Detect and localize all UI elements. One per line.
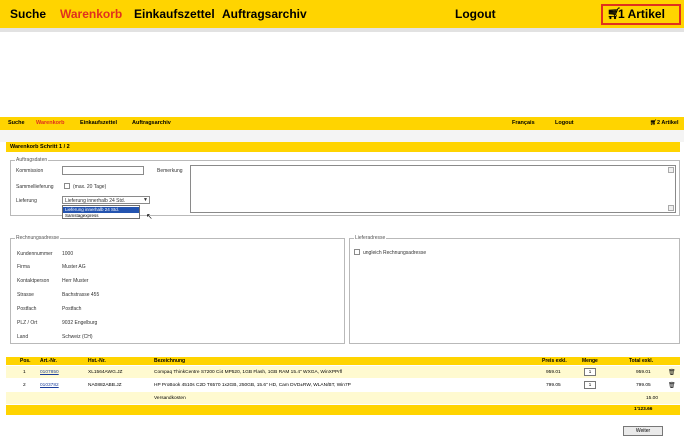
cart-link[interactable]: 1 Artikel xyxy=(618,7,665,21)
trash-icon[interactable]: 🗑︎ xyxy=(668,369,676,376)
col-menge: Menge xyxy=(582,358,598,364)
main-navbar: Suche Warenkorb Einkaufszettel Auftragsa… xyxy=(0,0,684,28)
kommission-label: Kommission xyxy=(16,168,44,174)
nav-warenkorb[interactable]: Warenkorb xyxy=(60,7,122,21)
content-gap xyxy=(0,130,684,142)
delivery-address-checkbox-label: ungleich Rechnungsadresse xyxy=(363,250,427,256)
col-art-nr: Art.-Nr. xyxy=(40,358,57,364)
lieferung-label: Lieferung xyxy=(16,198,37,204)
nav-suche[interactable]: Suche xyxy=(10,7,46,21)
cell-pos: 2 xyxy=(23,383,26,388)
billing-address-legend: Rechnungsadresse xyxy=(15,235,61,241)
billing-value: 9032 Engelburg xyxy=(62,320,98,326)
billing-label: Kundennummer xyxy=(17,251,53,257)
cell-hst: XL1564AWG.JZ xyxy=(88,370,123,375)
col-preis: Preis exkl. xyxy=(542,358,567,364)
billing-address-fieldset: Rechnungsadresse xyxy=(10,235,345,344)
nav-einkaufszettel[interactable]: Einkaufszettel xyxy=(134,7,215,21)
small-nav-warenkorb[interactable]: Warenkorb xyxy=(36,120,65,126)
billing-label: Postfach xyxy=(17,306,37,312)
billing-label: Land xyxy=(17,334,29,340)
table-row: 1 0107850 XL1564AWG.JZ Compaq ThinkCentr… xyxy=(6,366,680,378)
step-title: Warenkorb Schritt 1 / 2 xyxy=(10,144,70,150)
billing-value: Herr Muster xyxy=(62,278,89,284)
dropdown-option-samstag[interactable]: Samstagexpress xyxy=(63,213,139,219)
billing-label: PLZ / Ort xyxy=(17,320,38,326)
col-total: Total exkl. xyxy=(629,358,654,364)
cell-art-link[interactable]: 0107850 xyxy=(40,370,59,375)
small-nav-auftragsarchiv[interactable]: Auftragsarchiv xyxy=(132,120,171,126)
nav-auftragsarchiv[interactable]: Auftragsarchiv xyxy=(222,7,307,21)
lieferung-dropdown: Lieferung innerhalb 24 Std. Samstagexpre… xyxy=(62,205,140,219)
grand-total: 1'123.66 xyxy=(634,407,653,412)
billing-label: Strasse xyxy=(17,292,34,298)
cell-price: 959.01 xyxy=(546,370,561,375)
logout-link[interactable]: Logout xyxy=(455,7,496,21)
bemerkung-textarea[interactable] xyxy=(190,165,676,213)
quantity-input[interactable]: 1 xyxy=(584,381,596,389)
delivery-address-checkbox[interactable] xyxy=(354,249,360,255)
chevron-down-icon[interactable]: ▼ xyxy=(143,197,148,203)
sammellieferung-note: (max. 20 Tage) xyxy=(73,184,107,190)
cell-art-link[interactable]: 0103782 xyxy=(40,383,59,388)
delivery-address-legend: Lieferadresse xyxy=(354,235,387,241)
col-bezeichnung: Bezeichnung xyxy=(154,358,186,364)
billing-label: Firma xyxy=(17,264,30,270)
col-hst-nr: Hst.-Nr. xyxy=(88,358,106,364)
billing-value: Bachstrasse 455 xyxy=(62,292,100,298)
lieferung-select-value: Lieferung innerhalb 24 Std. xyxy=(65,198,126,204)
small-logout-link[interactable]: Logout xyxy=(555,120,574,126)
sammellieferung-label: Sammellieferung xyxy=(16,184,54,190)
next-button[interactable]: Weiter xyxy=(623,426,663,436)
billing-label: Kontaktperson xyxy=(17,278,50,284)
cell-desc: HP ProBook 4510s C2D T6570 1x2GB, 250GB,… xyxy=(154,383,351,388)
billing-value: Postfach xyxy=(62,306,82,312)
kommission-input[interactable] xyxy=(62,166,144,175)
textarea-scroll-up[interactable] xyxy=(668,167,674,173)
cell-total: 15.00 xyxy=(646,396,659,401)
cell-desc: Compaq ThinkCentre S7200 Ci4 MP520, 1GB … xyxy=(154,370,343,375)
trash-icon[interactable]: 🗑︎ xyxy=(668,382,676,389)
order-data-legend: Auftragsdaten xyxy=(15,157,49,163)
mouse-cursor-icon: ↖ xyxy=(146,212,153,221)
billing-value: Muster AG xyxy=(62,264,86,270)
cell-desc: Versandkosten xyxy=(154,396,186,401)
small-nav-einkaufszettel[interactable]: Einkaufszettel xyxy=(80,120,117,126)
cell-total: 959.01 xyxy=(636,370,651,375)
quantity-input[interactable]: 1 xyxy=(584,368,596,376)
billing-value: Schweiz (CH) xyxy=(62,334,93,340)
bemerkung-label: Bemerkung xyxy=(157,168,183,174)
grand-total-bar: 1'123.66 xyxy=(6,405,680,415)
cell-price: 799.05 xyxy=(546,383,561,388)
table-row: 2 0103782 NA0882ABB.JZ HP ProBook 4510s … xyxy=(6,379,680,391)
col-pos: Pos. xyxy=(20,358,31,364)
sammellieferung-checkbox[interactable] xyxy=(64,183,70,189)
small-lang-link[interactable]: Français xyxy=(512,120,535,126)
cell-hst: NA0882ABB.JZ xyxy=(88,383,122,388)
cell-total: 799.05 xyxy=(636,383,651,388)
lieferung-select[interactable]: Lieferung innerhalb 24 Std. ▼ xyxy=(62,196,150,204)
small-cart-link[interactable]: 2 Artikel xyxy=(657,120,679,126)
small-nav-suche[interactable]: Suche xyxy=(8,120,25,126)
navbar-shadow xyxy=(0,28,684,32)
small-cart-icon[interactable]: 🛒︎ xyxy=(650,120,657,126)
table-header: Pos. Art.-Nr. Hst.-Nr. Bezeichnung Preis… xyxy=(6,357,680,365)
step-title-bar: Warenkorb Schritt 1 / 2 xyxy=(6,142,680,152)
billing-value: 1000 xyxy=(62,251,74,257)
table-row-shipping: Versandkosten 15.00 xyxy=(6,392,680,404)
textarea-scroll-down[interactable] xyxy=(668,205,674,211)
small-navbar: Suche Warenkorb Einkaufszettel Auftragsa… xyxy=(0,117,684,130)
cell-pos: 1 xyxy=(23,370,26,375)
